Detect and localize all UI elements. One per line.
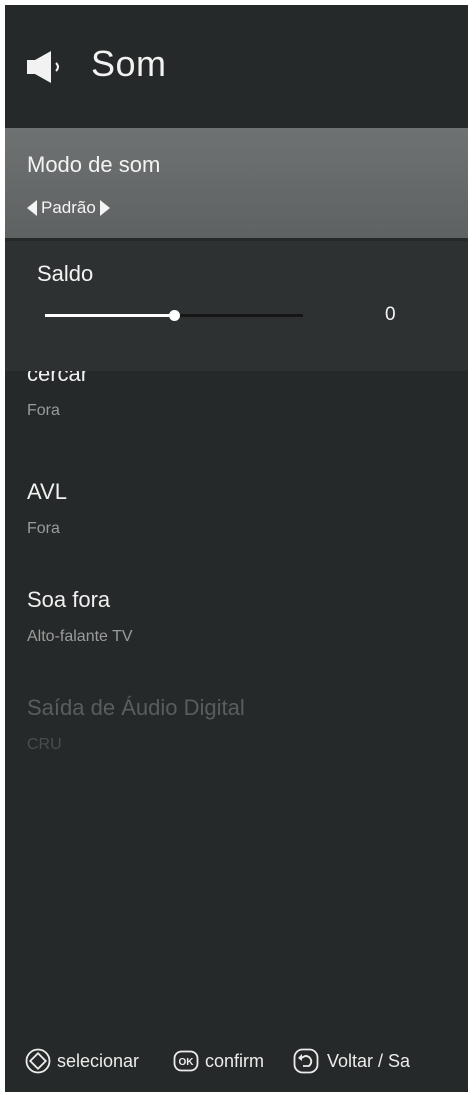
menu-item-sound-out[interactable]: Soa fora Alto-falante TV — [27, 587, 447, 647]
menu-item-label: Saída de Áudio Digital — [27, 695, 245, 720]
confirm-hint: confirm — [205, 1051, 265, 1071]
menu-item-value: Alto-falante TV — [27, 628, 133, 645]
back-icon — [293, 1048, 319, 1074]
ok-button-icon: OK — [173, 1050, 199, 1072]
select-hint: selecionar — [57, 1051, 140, 1071]
menu-item-label: AVL — [27, 479, 67, 504]
menu-item-value: Fora — [27, 402, 60, 419]
menu-item-label: Modo de som — [27, 152, 161, 177]
balance-slider[interactable] — [45, 310, 303, 321]
sound-settings-panel: Som Modo de som Padrão Saldo 0 cercar Fo… — [5, 5, 468, 1092]
sound-mode-value: Padrão — [41, 198, 96, 217]
panel-header: Som — [5, 5, 468, 125]
menu-item-value: Fora — [27, 520, 60, 537]
page-title: Som — [91, 43, 167, 84]
slider-fill — [45, 314, 174, 317]
footer-hints: selecionar OK confirm Voltar / Sa — [5, 1042, 468, 1082]
arrow-right-icon[interactable] — [99, 200, 110, 216]
slider-handle[interactable] — [169, 310, 180, 321]
balance-value: 0 — [385, 304, 396, 325]
menu-item-surround[interactable]: cercar Fora — [27, 371, 447, 451]
menu-item-digital-audio-out: Saída de Áudio Digital CRU — [27, 695, 447, 755]
menu-item-sound-mode[interactable]: Modo de som Padrão — [5, 128, 468, 238]
menu-item-value: CRU — [27, 736, 62, 753]
svg-text:OK: OK — [179, 1057, 195, 1068]
menu-item-label: cercar — [27, 371, 89, 386]
back-exit-hint: Voltar / Sa — [327, 1051, 411, 1071]
speaker-icon — [27, 51, 59, 83]
menu-item-label: Saldo — [37, 261, 94, 286]
menu-item-label: Soa fora — [27, 587, 111, 612]
menu-item-avl[interactable]: AVL Fora — [27, 479, 447, 539]
arrow-left-icon[interactable] — [27, 200, 37, 216]
sound-mode-selector[interactable]: Padrão — [27, 196, 110, 220]
menu-item-balance[interactable]: Saldo 0 — [5, 241, 468, 371]
dpad-icon — [25, 1048, 51, 1074]
